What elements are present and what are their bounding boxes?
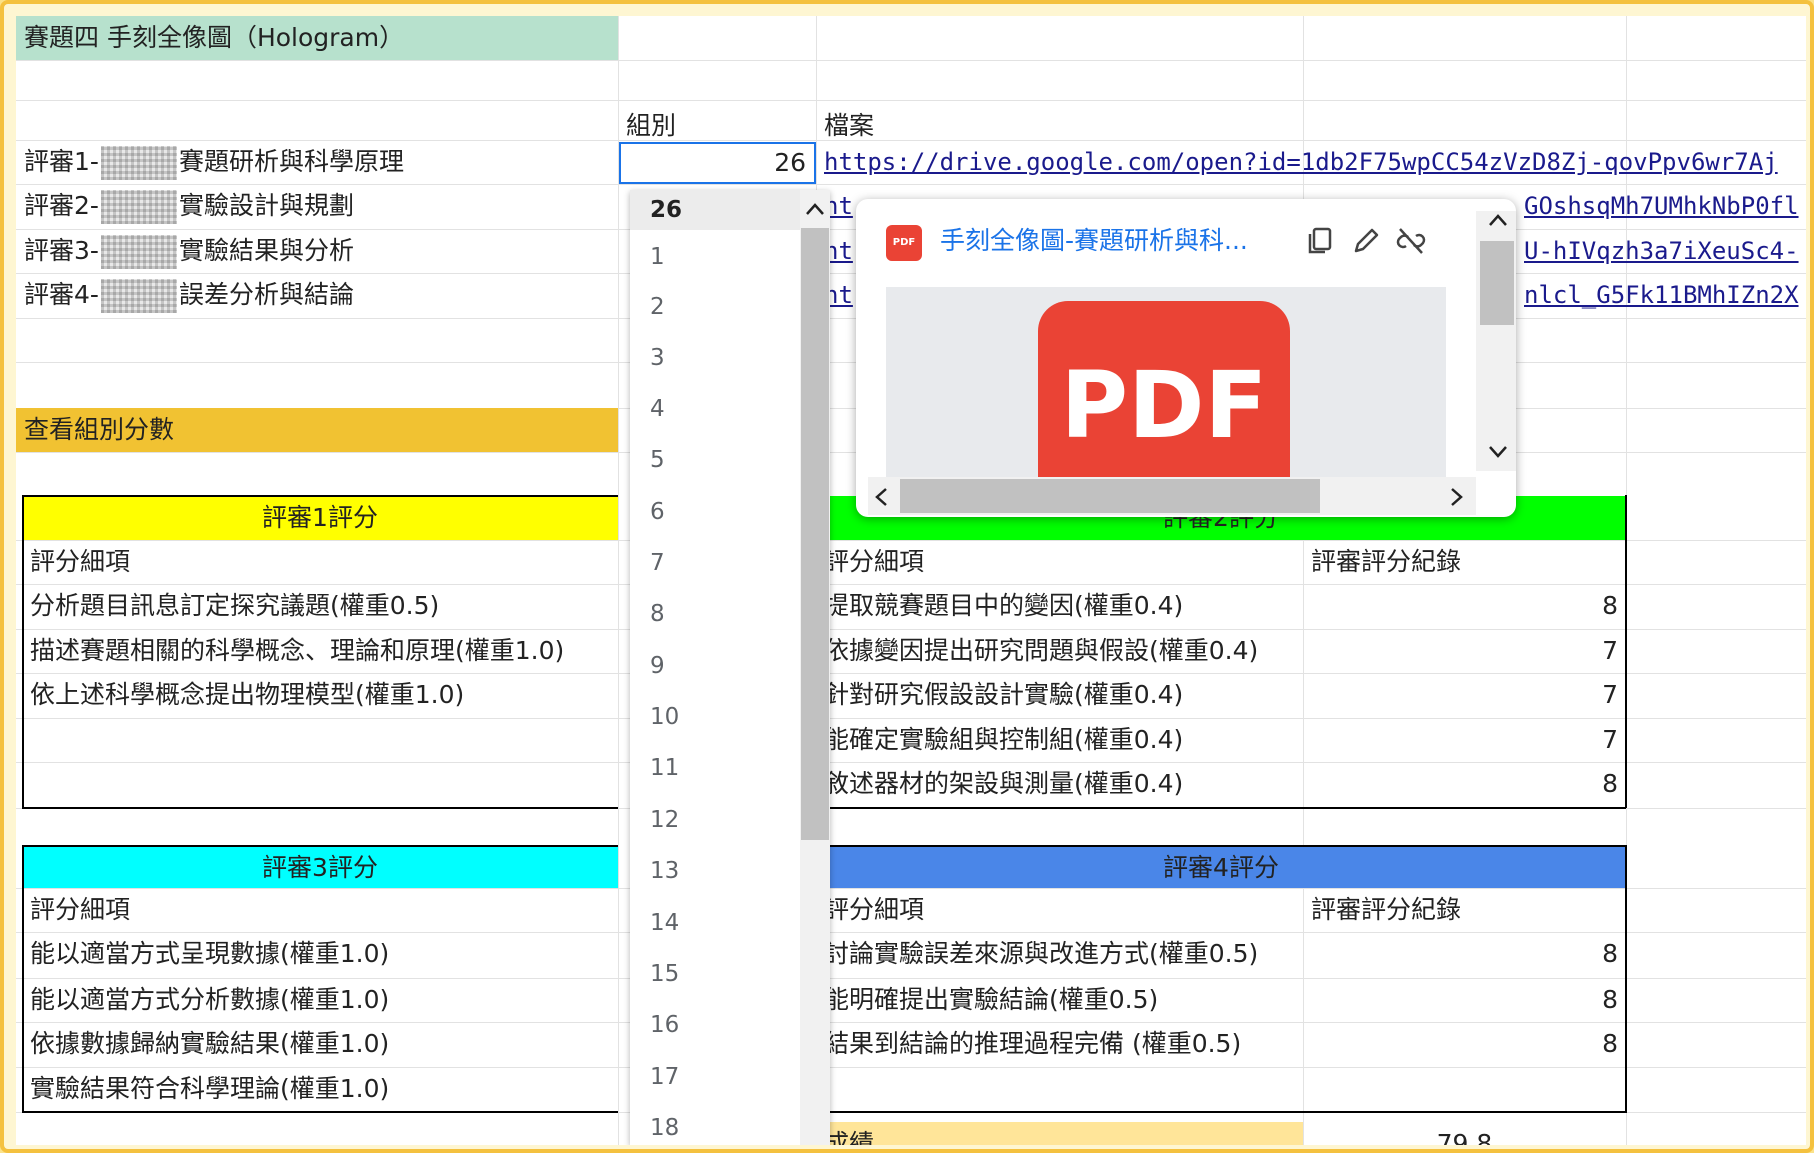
judge4-score-header[interactable]: 評審評分紀錄	[1303, 888, 1626, 932]
dropdown-option[interactable]: 18	[630, 1106, 808, 1145]
preview-vertical-thumb[interactable]	[1480, 241, 1514, 325]
judge-label: 評審3-	[24, 236, 99, 265]
dropdown-option[interactable]: 3	[630, 336, 808, 380]
judge-1-row[interactable]: 評審1- 賽題研析與科學原理	[16, 140, 618, 184]
judge3-item[interactable]: 能以適當方式呈現數據(權重1.0)	[22, 932, 618, 978]
dropdown-option[interactable]: 6	[630, 490, 808, 534]
judge4-score[interactable]: 8	[1303, 1022, 1626, 1067]
judge4-col-header[interactable]: 評分細項	[816, 888, 1303, 932]
dropdown-option[interactable]: 14	[630, 901, 808, 945]
judge2-score[interactable]: 7	[1303, 673, 1626, 718]
sheet-title[interactable]: 賽題四 手刻全像圖（Hologram）	[16, 16, 618, 60]
judge2-item[interactable]: 提取競賽題目中的變因(權重0.4)	[816, 584, 1303, 629]
group-header[interactable]: 組別	[618, 100, 816, 140]
judge2-item[interactable]: 針對研究假設設計實驗(權重0.4)	[816, 673, 1303, 718]
judge1-item[interactable]: 依上述科學概念提出物理模型(權重1.0)	[22, 673, 618, 718]
file-link-4-end[interactable]: nlcl_G5Fk11BMhIZn2X	[1516, 273, 1806, 318]
dropdown-option[interactable]: 10	[630, 695, 808, 739]
judge1-item[interactable]: 分析題目訊息訂定探究議題(權重0.5)	[22, 584, 618, 629]
judge4-item[interactable]: 能明確提出實驗結論(權重0.5)	[816, 978, 1303, 1022]
scroll-up-icon[interactable]	[1486, 211, 1510, 229]
dropdown-option[interactable]: 11	[630, 746, 808, 790]
remove-link-icon[interactable]	[1396, 225, 1426, 257]
link-preview-card[interactable]: PDF 手刻全像圖-賽題研析與科... PDF	[856, 199, 1516, 517]
dropdown-option[interactable]: 2	[630, 285, 808, 329]
judge3-item[interactable]: 實驗結果符合科學理論(權重1.0)	[22, 1067, 618, 1112]
dropdown-scrollbar-thumb[interactable]	[801, 228, 829, 840]
judge-topic: 實驗設計與規劃	[178, 191, 354, 220]
dropdown-option[interactable]: 16	[630, 1003, 808, 1047]
judge3-col-header[interactable]: 評分細項	[22, 888, 618, 932]
redacted-name	[100, 235, 177, 269]
judge2-score[interactable]: 7	[1303, 718, 1626, 762]
judge4-item[interactable]: 討論實驗誤差來源與改進方式(權重0.5)	[816, 932, 1303, 978]
judge1-col-header[interactable]: 評分細項	[22, 540, 618, 584]
file-link-3-end[interactable]: U-hIVqzh3a7iXeuSc4-	[1516, 229, 1806, 273]
pdf-logo-text: PDF	[1060, 352, 1268, 459]
judge2-col-header[interactable]: 評分細項	[816, 540, 1303, 584]
dropdown-option[interactable]: 15	[630, 952, 808, 996]
copy-link-icon[interactable]	[1304, 225, 1336, 257]
judge3-section-title[interactable]: 評審3評分	[22, 846, 618, 888]
judge2-item[interactable]: 敘述器材的架設與測量(權重0.4)	[816, 762, 1303, 808]
file-header[interactable]: 檔案	[816, 100, 1306, 140]
spreadsheet-grid: 賽題四 手刻全像圖（Hologram） 組別 檔案 評審1- 賽題研析與科學原理 …	[16, 16, 1806, 1145]
judge4-score[interactable]: 8	[1303, 932, 1626, 978]
dropdown-option[interactable]: 9	[630, 644, 808, 688]
pdf-thumbnail[interactable]: PDF	[886, 287, 1446, 477]
app-frame: 賽題四 手刻全像圖（Hologram） 組別 檔案 評審1- 賽題研析與科學原理 …	[0, 0, 1814, 1153]
preview-horizontal-thumb[interactable]	[900, 479, 1320, 513]
judge-3-row[interactable]: 評審3- 實驗結果與分析	[16, 229, 618, 273]
judge-topic: 實驗結果與分析	[178, 236, 354, 265]
dropdown-option[interactable]: 17	[630, 1055, 808, 1099]
file-link-1[interactable]: https://drive.google.com/open?id=1db2F75…	[816, 140, 1806, 184]
judge1-item[interactable]: 描述賽題相關的科學概念、理論和原理(權重1.0)	[22, 629, 618, 673]
dropdown-option[interactable]: 7	[630, 541, 808, 585]
judge-label: 評審2-	[24, 191, 99, 220]
pdf-file-icon: PDF	[886, 225, 922, 261]
final-score-value[interactable]: 79.8	[1303, 1122, 1626, 1145]
dropdown-option-selected[interactable]: 26	[630, 190, 808, 234]
dropdown-option[interactable]: 8	[630, 592, 808, 636]
dropdown-option[interactable]: 4	[630, 387, 808, 431]
final-score-label[interactable]: 成績	[816, 1122, 1303, 1145]
judge2-score-header[interactable]: 評審評分紀錄	[1303, 540, 1626, 584]
view-scores-label[interactable]: 查看組別分數	[16, 408, 618, 452]
dropdown-option[interactable]: 13	[630, 849, 808, 893]
judge-4-row[interactable]: 評審4- 誤差分析與結論	[16, 273, 618, 318]
scroll-right-icon[interactable]	[1446, 485, 1466, 509]
judge2-item[interactable]: 依據變因提出研究問題與假設(權重0.4)	[816, 629, 1303, 673]
judge4-section-title[interactable]: 評審4評分	[816, 846, 1626, 888]
scroll-left-icon[interactable]	[872, 485, 892, 509]
dropdown-option[interactable]: 12	[630, 798, 808, 842]
group-dropdown-list[interactable]: 26 1 2 3 4 5 6 7 8 9 10 11 12 13 14 15 1…	[630, 190, 830, 1145]
judge2-item[interactable]: 能確定實驗組與控制組(權重0.4)	[816, 718, 1303, 762]
judge-topic: 賽題研析與科學原理	[178, 147, 404, 176]
judge1-section-title[interactable]: 評審1評分	[22, 496, 618, 540]
judge-topic: 誤差分析與結論	[178, 280, 354, 309]
judge4-score[interactable]: 8	[1303, 978, 1626, 1022]
judge-label: 評審1-	[24, 147, 99, 176]
dropdown-option[interactable]: 5	[630, 438, 808, 482]
judge3-item[interactable]: 能以適當方式分析數據(權重1.0)	[22, 978, 618, 1022]
file-link-2-end[interactable]: GOshsqMh7UMhkNbP0fl	[1516, 184, 1806, 229]
judge2-score[interactable]: 8	[1303, 584, 1626, 629]
judge2-score[interactable]: 7	[1303, 629, 1626, 673]
redacted-name	[100, 146, 177, 180]
group-cell-selected[interactable]: 26	[619, 142, 816, 184]
judge-2-row[interactable]: 評審2- 實驗設計與規劃	[16, 184, 618, 229]
judge3-item[interactable]: 依據數據歸納實驗結果(權重1.0)	[22, 1022, 618, 1067]
dropdown-option[interactable]: 1	[630, 235, 808, 279]
redacted-name	[100, 190, 177, 224]
judge2-score[interactable]: 8	[1303, 762, 1626, 808]
preview-title-link[interactable]: 手刻全像圖-賽題研析與科...	[940, 221, 1280, 261]
judge-label: 評審4-	[24, 280, 99, 309]
redacted-name	[100, 279, 177, 313]
judge4-item[interactable]: 結果到結論的推理過程完備 (權重0.5)	[816, 1022, 1303, 1067]
chevron-up-icon[interactable]	[804, 200, 826, 218]
scroll-down-icon[interactable]	[1486, 443, 1510, 461]
edit-link-icon[interactable]	[1350, 225, 1382, 257]
